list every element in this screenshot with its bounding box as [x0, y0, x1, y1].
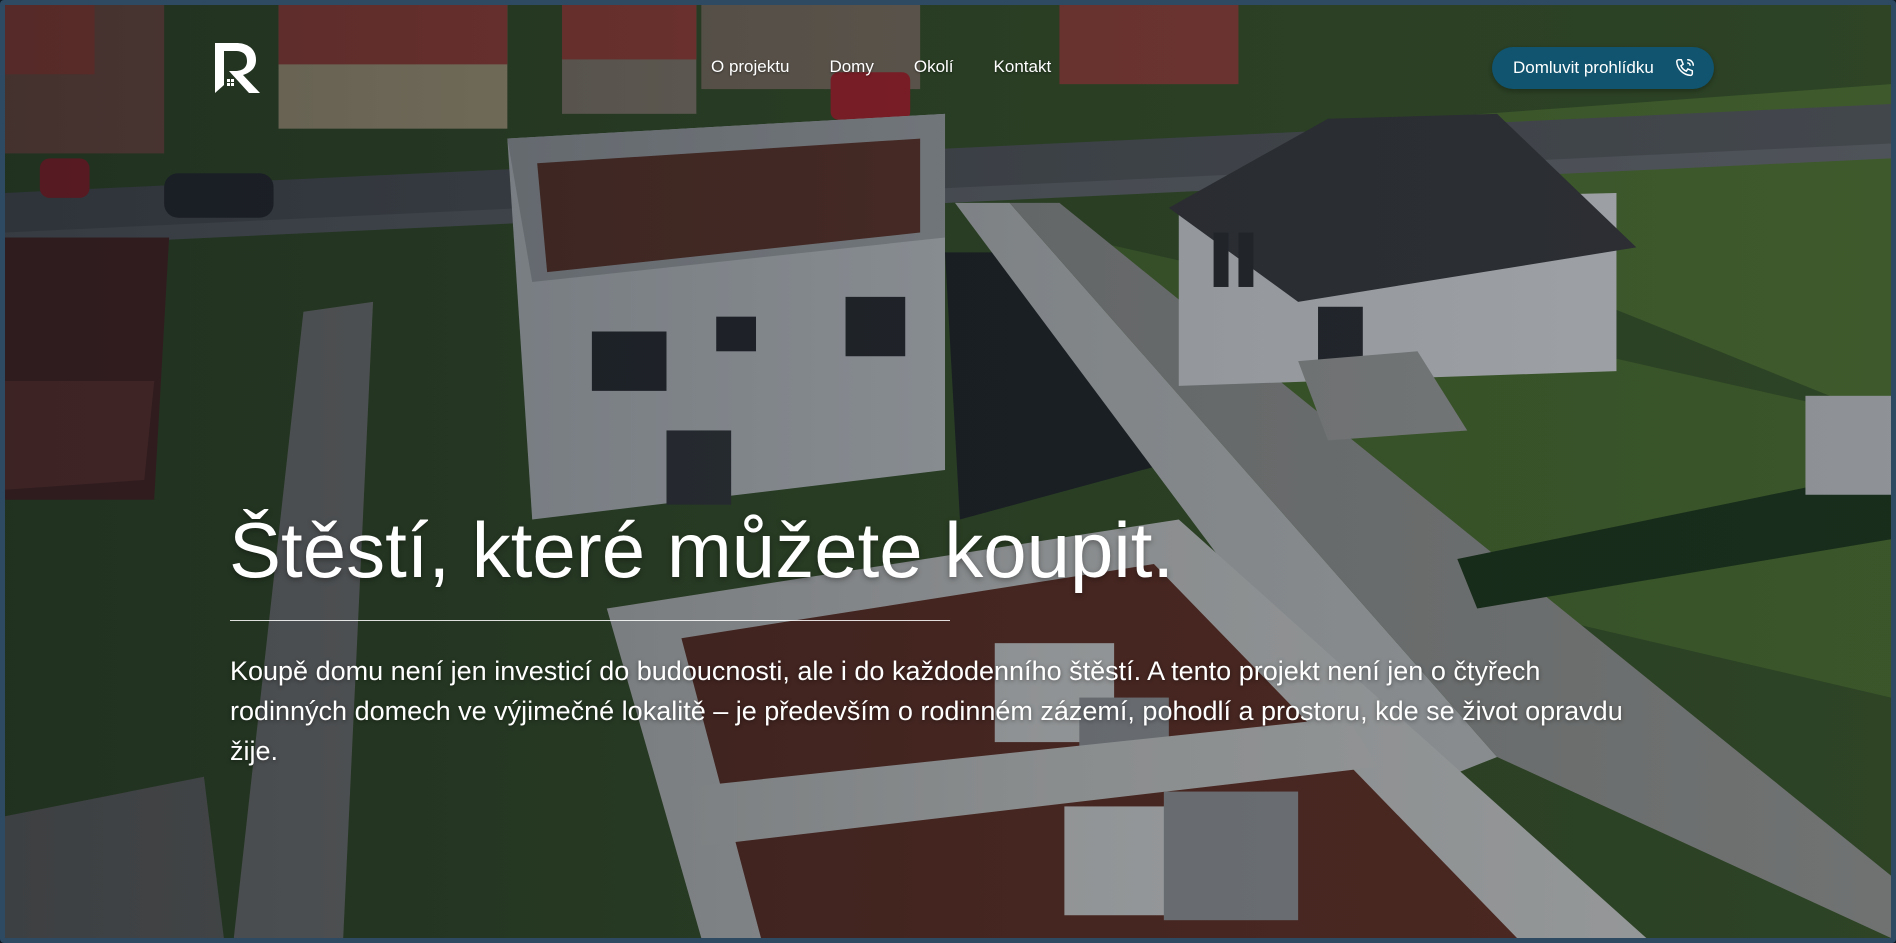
schedule-viewing-label: Domluvit prohlídku	[1513, 58, 1654, 77]
main-nav: O projektu Domy Okolí Kontakt	[711, 55, 1051, 79]
hero-title: Štěstí, které můžete koupit.	[229, 506, 1175, 594]
nav-item-domy[interactable]: Domy	[829, 55, 873, 79]
nav-item-kontakt[interactable]: Kontakt	[994, 55, 1052, 79]
hero-divider	[230, 620, 950, 621]
logo-icon[interactable]	[211, 41, 261, 95]
hero-description: Koupě domu není jen investicí do budoucn…	[230, 656, 1623, 766]
dark-overlay	[5, 5, 1891, 938]
nav-item-okoli[interactable]: Okolí	[914, 55, 954, 79]
schedule-viewing-button[interactable]: Domluvit prohlídku	[1492, 47, 1714, 89]
page-frame: O projektu Domy Okolí Kontakt Domluvit p…	[0, 0, 1896, 943]
nav-item-o-projektu[interactable]: O projektu	[711, 55, 789, 79]
phone-icon	[1676, 59, 1694, 77]
